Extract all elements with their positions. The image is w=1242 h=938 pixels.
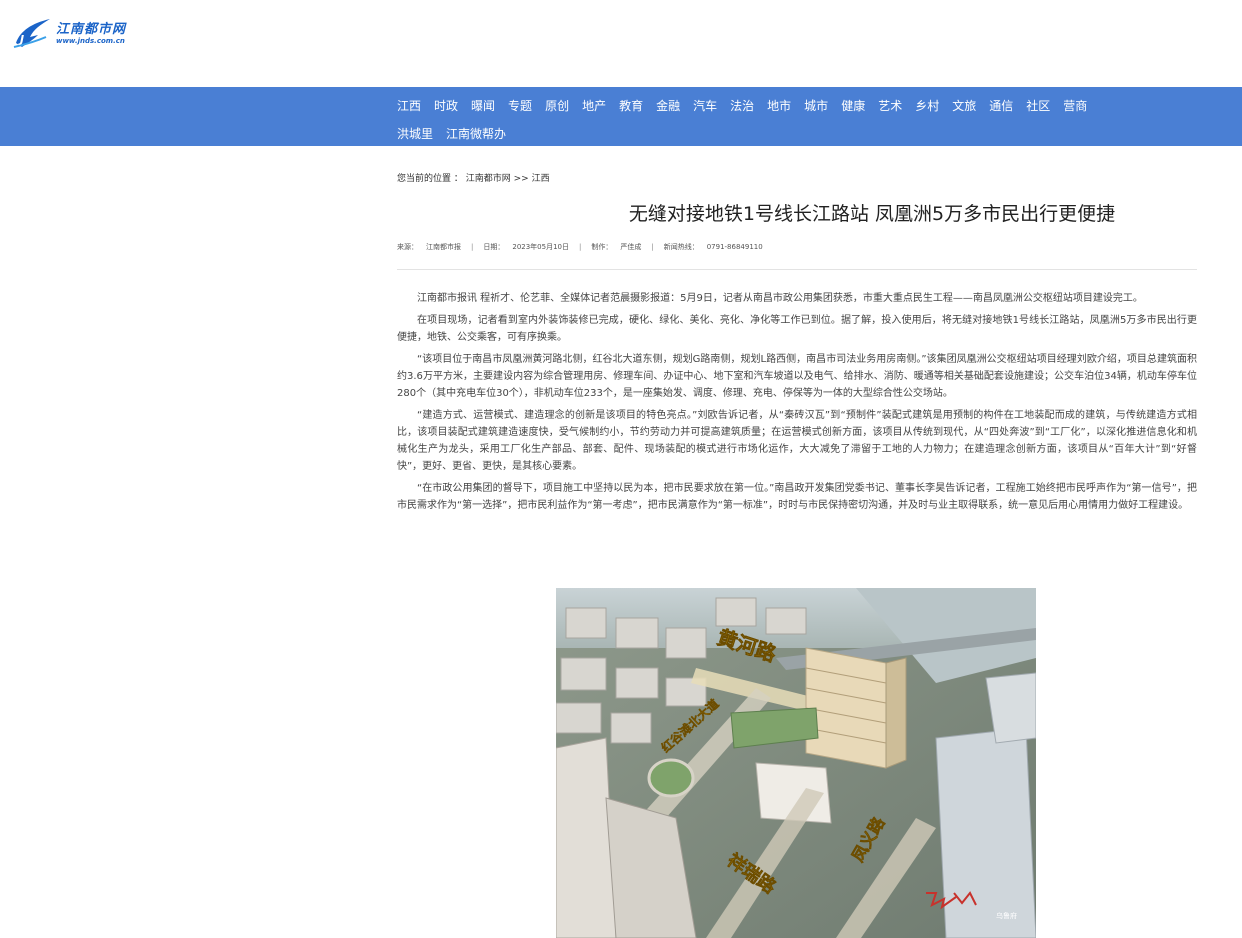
nav-item-weibangban[interactable]: 江南微帮办: [446, 125, 506, 142]
nav-item-realestate[interactable]: 地产: [582, 97, 606, 114]
watermark-text: 乌鲁府: [996, 911, 1017, 920]
logo-icon: J: [13, 19, 50, 48]
nav-item-jiangxi[interactable]: 江西: [397, 97, 421, 114]
article-photo: 黄河路 红谷滩北大道 祥瑞路 凤义路 乌鲁府: [556, 588, 1036, 938]
meta-date: 2023年05月10日: [512, 243, 569, 251]
nav-item-finance[interactable]: 金融: [656, 97, 680, 114]
nav-item-cities[interactable]: 地市: [767, 97, 791, 114]
title-divider: [397, 269, 1197, 270]
meta-hotline-label: 新闻热线：: [663, 243, 699, 251]
nav-item-law[interactable]: 法治: [730, 97, 754, 114]
meta-date-label: 日期：: [483, 243, 505, 251]
nav-item-health[interactable]: 健康: [841, 97, 865, 114]
nav-item-rural[interactable]: 乡村: [915, 97, 939, 114]
logo-url: www.jnds.com.cn: [56, 36, 125, 45]
nav-row-2: 洪城里 江南微帮办: [397, 119, 1197, 147]
aerial-rendering-image: 黄河路 红谷滩北大道 祥瑞路 凤义路 乌鲁府: [556, 588, 1036, 938]
article-paragraph: “该项目位于南昌市凤凰洲黄河路北侧，红谷北大道东侧，规划G路南侧，规划L路西侧，…: [397, 354, 1197, 399]
article-paragraph: 在项目现场，记者看到室内外装饰装修已完成，硬化、绿化、美化、亮化、净化等工作已到…: [397, 315, 1197, 343]
breadcrumb-separator: >>: [513, 174, 529, 184]
article-paragraph: 江南都市报讯 程祈才、伦艺菲、全媒体记者范晨摄影报道：5月9日，记者从南昌市政公…: [417, 293, 1143, 304]
nav-item-culture-travel[interactable]: 文旅: [952, 97, 976, 114]
article-body: 江南都市报讯 程祈才、伦艺菲、全媒体记者范晨摄影报道：5月9日，记者从南昌市政公…: [397, 290, 1197, 514]
meta-source-label: 来源：: [397, 243, 418, 251]
meta-author-label: 制作：: [591, 243, 613, 251]
site-logo[interactable]: J 江南都市网 www.jnds.com.cn: [12, 16, 152, 52]
article-paragraph: “在市政公用集团的督导下，项目施工中坚持以民为本，把市民要求放在第一位。”南昌政…: [397, 483, 1197, 511]
site-header: J 江南都市网 www.jnds.com.cn: [0, 0, 1242, 87]
nav-item-telecom[interactable]: 通信: [989, 97, 1013, 114]
nav-item-exposure[interactable]: 曝闻: [471, 97, 495, 114]
nav-item-auto[interactable]: 汽车: [693, 97, 717, 114]
meta-source: 江南都市报: [426, 243, 461, 251]
nav-item-art[interactable]: 艺术: [878, 97, 902, 114]
nav-item-education[interactable]: 教育: [619, 97, 643, 114]
nav-item-hongcheng[interactable]: 洪城里: [397, 125, 433, 142]
article-meta: 来源： 江南都市报 | 日期： 2023年05月10日 | 制作： 严佳成 | …: [397, 243, 763, 251]
nav-item-business[interactable]: 营商: [1063, 97, 1087, 114]
nav-item-community[interactable]: 社区: [1026, 97, 1050, 114]
nav-item-politics[interactable]: 时政: [434, 97, 458, 114]
main-nav: 江西 时政 曝闻 专题 原创 地产 教育 金融 汽车 法治 地市 城市 健康 艺…: [0, 87, 1242, 146]
nav-item-topics[interactable]: 专题: [508, 97, 532, 114]
meta-author: 严佳成: [620, 243, 642, 251]
breadcrumb: 您当前的位置 ： 江南都市网 >> 江西: [397, 170, 1197, 188]
article-container: 您当前的位置 ： 江南都市网 >> 江西 无缝对接地铁1号线长江路站 凤凰洲5万…: [397, 170, 1197, 938]
breadcrumb-home-link[interactable]: 江南都市网: [466, 174, 511, 184]
logo-title: 江南都市网: [56, 21, 127, 37]
nav-row-1: 江西 时政 曝闻 专题 原创 地产 教育 金融 汽车 法治 地市 城市 健康 艺…: [397, 91, 1197, 119]
article-paragraph: “建造方式、运营模式、建造理念的创新是该项目的特色亮点。”刘欧告诉记者，从“秦砖…: [397, 410, 1197, 472]
meta-hotline: 0791-86849110: [706, 243, 763, 251]
nav-item-city[interactable]: 城市: [804, 97, 828, 114]
breadcrumb-prefix: 您当前的位置 ：: [397, 174, 463, 184]
nav-item-original[interactable]: 原创: [545, 97, 569, 114]
breadcrumb-section-link[interactable]: 江西: [532, 174, 550, 184]
article-title: 无缝对接地铁1号线长江路站 凤凰洲5万多市民出行更便捷: [628, 203, 1116, 225]
